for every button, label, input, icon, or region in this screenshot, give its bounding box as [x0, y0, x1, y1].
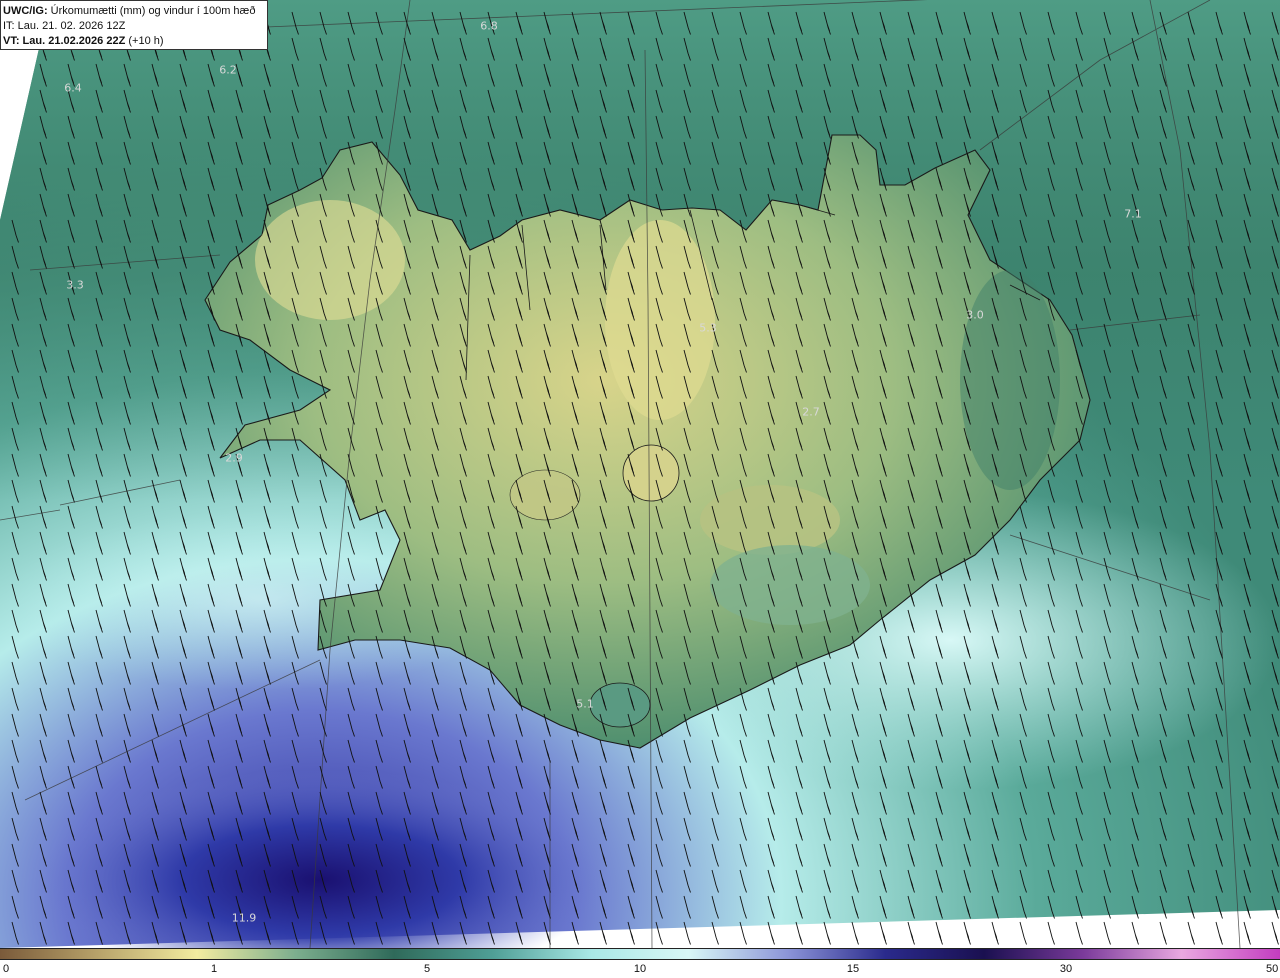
wind-barb: [991, 921, 999, 945]
wind-barb: [879, 921, 887, 945]
value-label: 5.1: [576, 697, 594, 711]
wind-barb: [1047, 921, 1055, 945]
wind-barb: [1075, 921, 1083, 945]
value-label: 6.8: [480, 19, 498, 33]
map-title: Úrkomumætti (mm) og vindur í 100m hæð: [50, 5, 256, 17]
wind-barb: [907, 921, 915, 945]
colorbar-tick: 5: [423, 963, 431, 975]
wind-barb: [1159, 921, 1167, 945]
issue-time: IT: Lau. 21. 02. 2026 12Z: [3, 20, 126, 32]
map-area[interactable]: 6.8 6.2 6.4 3.3 2.9 5.3 2.7 3.0 7.1 5.1 …: [0, 0, 1280, 948]
wind-barb: [963, 921, 971, 945]
wind-barb: [935, 921, 943, 945]
value-label: 3.3: [66, 278, 84, 292]
value-label: 2.7: [802, 405, 820, 419]
wind-barb: [1215, 921, 1223, 945]
wind-barb: [767, 921, 775, 945]
value-label: 6.2: [219, 63, 237, 77]
colorbar-tick: 10: [633, 963, 647, 975]
value-label: 6.4: [64, 81, 82, 95]
colorbar-tick: 1: [210, 963, 218, 975]
value-label: 7.1: [1124, 207, 1142, 221]
wind-barb: [823, 921, 831, 945]
wind-barb: [1187, 921, 1195, 945]
precipitation-map: [0, 0, 1280, 948]
wind-barb: [1019, 921, 1027, 945]
model-name: UWC/IG:: [3, 5, 48, 17]
colorbar-tick: 30: [1059, 963, 1073, 975]
valid-time: VT: Lau. 21.02.2026 22Z: [3, 35, 126, 47]
wind-barb: [1103, 921, 1111, 945]
value-label: 11.9: [231, 911, 257, 925]
lead-time: (+10 h): [128, 35, 164, 47]
value-label: 3.0: [966, 308, 984, 322]
value-label: 5.3: [699, 321, 717, 335]
colorbar-tick: 50: [1266, 963, 1279, 975]
wind-barb: [1243, 921, 1251, 945]
colorbar-tick: 0: [3, 963, 10, 975]
map-info-box: UWC/IG: Úrkomumætti (mm) og vindur í 100…: [0, 0, 268, 50]
wind-barb: [1271, 921, 1279, 945]
colorbar-tick: 15: [846, 963, 860, 975]
colorbar: [0, 948, 1280, 960]
colorbar-ticks: 0 1 5 10 15 30 50: [0, 960, 1280, 978]
valid-time-line: VT: Lau. 21.02.2026 22Z (+10 h): [3, 34, 267, 49]
wind-barb: [795, 921, 803, 945]
wind-barb: [851, 921, 859, 945]
title-line: UWC/IG: Úrkomumætti (mm) og vindur í 100…: [3, 4, 267, 19]
value-label: 2.9: [225, 451, 243, 465]
wind-barb: [1131, 921, 1139, 945]
